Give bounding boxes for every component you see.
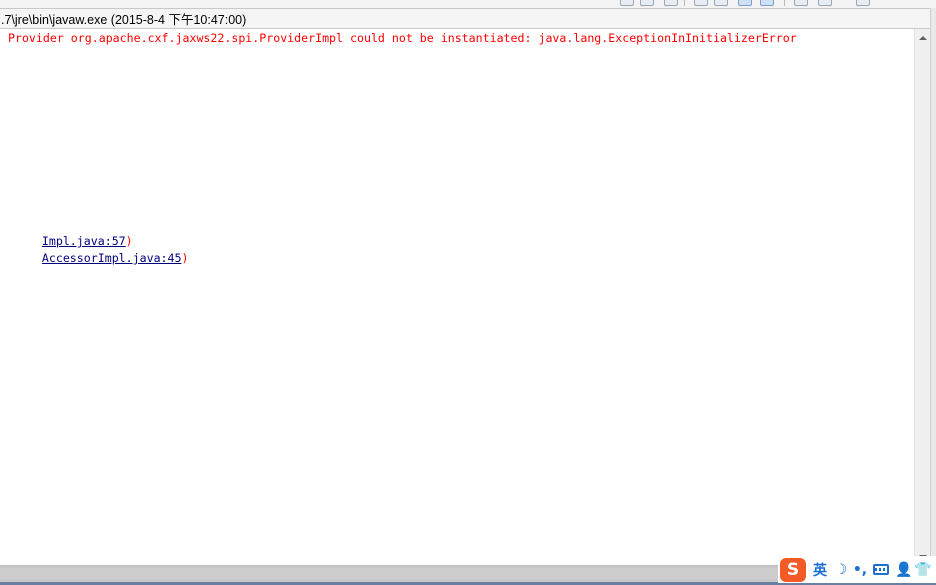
stack-trace-suffix: ) (181, 251, 189, 265)
console-window: .7\jre\bin\javaw.exe (2015-8-4 下午10:47:0… (0, 0, 936, 585)
open-console-icon[interactable] (794, 0, 808, 6)
ime-toolbar: S 英 ☽ •, 👤 👕 (778, 556, 936, 583)
pin-console-icon[interactable] (664, 0, 678, 6)
show-on-stderr-icon[interactable] (760, 0, 774, 6)
stack-trace-line: AccessorImpl.java:45) (0, 234, 189, 282)
stack-trace-link[interactable]: AccessorImpl.java:45 (42, 251, 182, 265)
clear-console-icon[interactable] (620, 0, 634, 6)
keyboard-glyph (873, 564, 889, 575)
console-title: .7\jre\bin\javaw.exe (2015-8-4 下午10:47:0… (1, 13, 247, 27)
moon-icon[interactable]: ☽ (831, 558, 851, 582)
scroll-up-button[interactable] (915, 29, 930, 46)
shirt-icon[interactable]: 👕 (914, 558, 931, 582)
console-output[interactable]: Provider org.apache.cxf.jaxws22.spi.Prov… (0, 29, 914, 562)
new-console-icon[interactable] (856, 0, 870, 6)
lock-icon[interactable] (714, 0, 728, 6)
scroll-up-icon (918, 35, 927, 40)
display-console-icon[interactable] (818, 0, 832, 6)
horizontal-scroll-thumb[interactable] (0, 568, 780, 579)
window-right-edge (930, 8, 936, 585)
horizontal-scrollbar[interactable] (0, 565, 914, 582)
ime-language-toggle[interactable]: 英 (809, 558, 831, 582)
console-toolbar (0, 0, 936, 8)
punctuation-toggle-icon[interactable]: •, (851, 558, 869, 582)
keyboard-icon[interactable] (869, 558, 893, 582)
sogou-logo-icon[interactable]: S (780, 557, 806, 582)
word-wrap-icon[interactable] (694, 0, 708, 6)
show-on-stdout-icon[interactable] (738, 0, 752, 6)
scroll-lock-icon[interactable] (640, 0, 654, 6)
console-title-bar: .7\jre\bin\javaw.exe (2015-8-4 下午10:47:0… (0, 8, 936, 29)
user-icon[interactable]: 👤 (893, 558, 915, 582)
error-message-line: Provider org.apache.cxf.jaxws22.spi.Prov… (1, 31, 797, 45)
toolbar-separator (684, 0, 685, 6)
toolbar-separator (784, 0, 785, 6)
vertical-scrollbar[interactable] (914, 29, 930, 565)
